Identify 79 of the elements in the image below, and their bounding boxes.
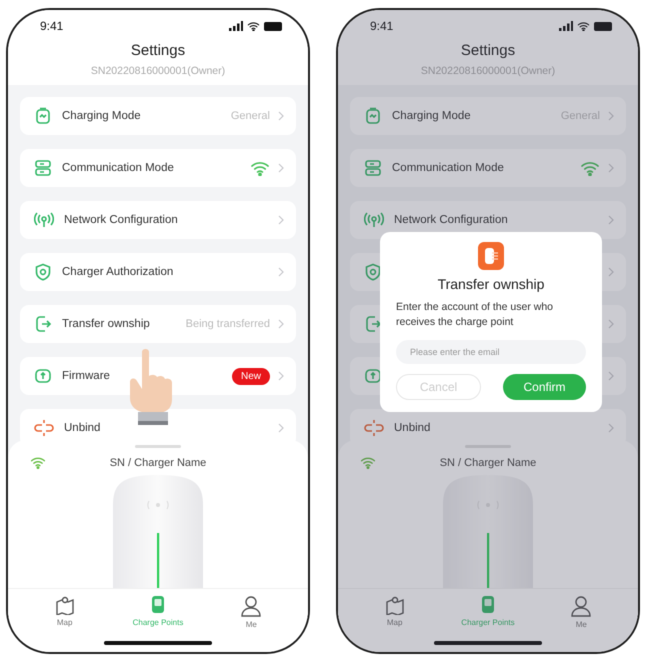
signal-icon bbox=[559, 21, 573, 31]
chevron-icon bbox=[278, 111, 284, 121]
wifi-icon bbox=[577, 21, 590, 31]
charging-icon bbox=[34, 107, 52, 125]
unlink-icon bbox=[34, 419, 54, 437]
charging-icon bbox=[364, 107, 382, 125]
transfer-app-icon bbox=[478, 242, 504, 270]
row-label: Charging Mode bbox=[62, 110, 141, 122]
server-icon bbox=[34, 159, 52, 177]
page-title: Settings bbox=[460, 42, 516, 59]
wifi-icon bbox=[247, 21, 260, 31]
row-label: Communication Mode bbox=[392, 162, 504, 174]
chevron-icon bbox=[608, 319, 614, 329]
row-label: Communication Mode bbox=[62, 162, 174, 174]
row-value: General bbox=[230, 110, 270, 122]
chevron-icon bbox=[278, 163, 284, 173]
settings-row[interactable]: Communication Mode bbox=[20, 149, 296, 187]
chevron-icon bbox=[608, 371, 614, 381]
chevron-icon bbox=[608, 111, 614, 121]
signal-icon bbox=[229, 21, 243, 31]
chevron-icon bbox=[608, 423, 614, 433]
shield-icon bbox=[34, 263, 52, 281]
chevron-icon bbox=[608, 163, 614, 173]
wifi-icon bbox=[30, 456, 46, 469]
map-icon bbox=[384, 595, 405, 615]
page-title: Settings bbox=[130, 42, 186, 59]
row-label: Unbind bbox=[394, 422, 430, 434]
chevron-icon bbox=[278, 371, 284, 381]
row-label: Network Configuration bbox=[394, 214, 508, 226]
row-label: Unbind bbox=[64, 422, 100, 434]
device-serial: SN20220816000001(Owner) bbox=[90, 65, 226, 77]
settings-row[interactable]: Network Configuration bbox=[20, 201, 296, 239]
chevron-icon bbox=[278, 215, 284, 225]
charger-name: SN / Charger Name bbox=[108, 456, 208, 468]
row-label: Network Configuration bbox=[64, 214, 178, 226]
status-time: 9:41 bbox=[370, 19, 394, 33]
settings-row[interactable]: Charger Authorization bbox=[20, 253, 296, 291]
wifi-icon bbox=[580, 160, 600, 176]
settings-row[interactable]: Transfer ownship Being transferred bbox=[20, 305, 296, 343]
upgrade-icon bbox=[34, 367, 52, 385]
wifi-icon bbox=[360, 456, 376, 469]
status-time: 9:41 bbox=[40, 19, 64, 33]
upgrade-icon bbox=[364, 367, 382, 385]
chevron-icon bbox=[608, 267, 614, 277]
settings-row[interactable]: Firmware New bbox=[20, 357, 296, 395]
chevron-icon bbox=[278, 319, 284, 329]
settings-row[interactable]: Charging Mode General bbox=[20, 97, 296, 135]
phone-transfer-icon bbox=[364, 315, 382, 333]
dialog-title: Transfer ownship bbox=[438, 276, 544, 292]
row-label: Transfer ownship bbox=[62, 318, 150, 330]
antenna-icon bbox=[364, 211, 384, 229]
settings-row[interactable]: Communication Mode bbox=[350, 149, 626, 187]
map-icon bbox=[54, 595, 75, 615]
new-badge: New bbox=[232, 368, 270, 384]
email-field[interactable]: Please enter the email bbox=[396, 340, 586, 364]
unlink-icon bbox=[364, 419, 384, 437]
tab-item[interactable]: Me bbox=[211, 595, 292, 641]
person-icon bbox=[570, 595, 592, 617]
battery-icon bbox=[594, 22, 612, 30]
row-label: Charging Mode bbox=[392, 110, 471, 122]
row-label: Charger Authorization bbox=[62, 266, 174, 278]
battery-icon bbox=[264, 22, 282, 30]
tab-item[interactable]: Map bbox=[24, 595, 105, 641]
device-serial: SN20220816000001(Owner) bbox=[420, 65, 556, 77]
shield-icon bbox=[364, 263, 382, 281]
chevron-icon bbox=[608, 215, 614, 225]
server-icon bbox=[364, 159, 382, 177]
charger-name: SN / Charger Name bbox=[438, 456, 538, 468]
tab-item[interactable]: Me bbox=[541, 595, 622, 641]
chevron-icon bbox=[278, 423, 284, 433]
wifi-icon bbox=[250, 160, 270, 176]
row-label: Firmware bbox=[62, 370, 110, 382]
chevron-icon bbox=[278, 267, 284, 277]
phone-transfer-icon bbox=[34, 315, 52, 333]
dialog-message: Enter the account of the user who receives the charge point bbox=[396, 300, 554, 330]
row-value: Being transferred bbox=[186, 318, 270, 330]
antenna-icon bbox=[34, 211, 54, 229]
person-icon bbox=[240, 595, 262, 617]
tab-item[interactable]: Map bbox=[354, 595, 435, 641]
